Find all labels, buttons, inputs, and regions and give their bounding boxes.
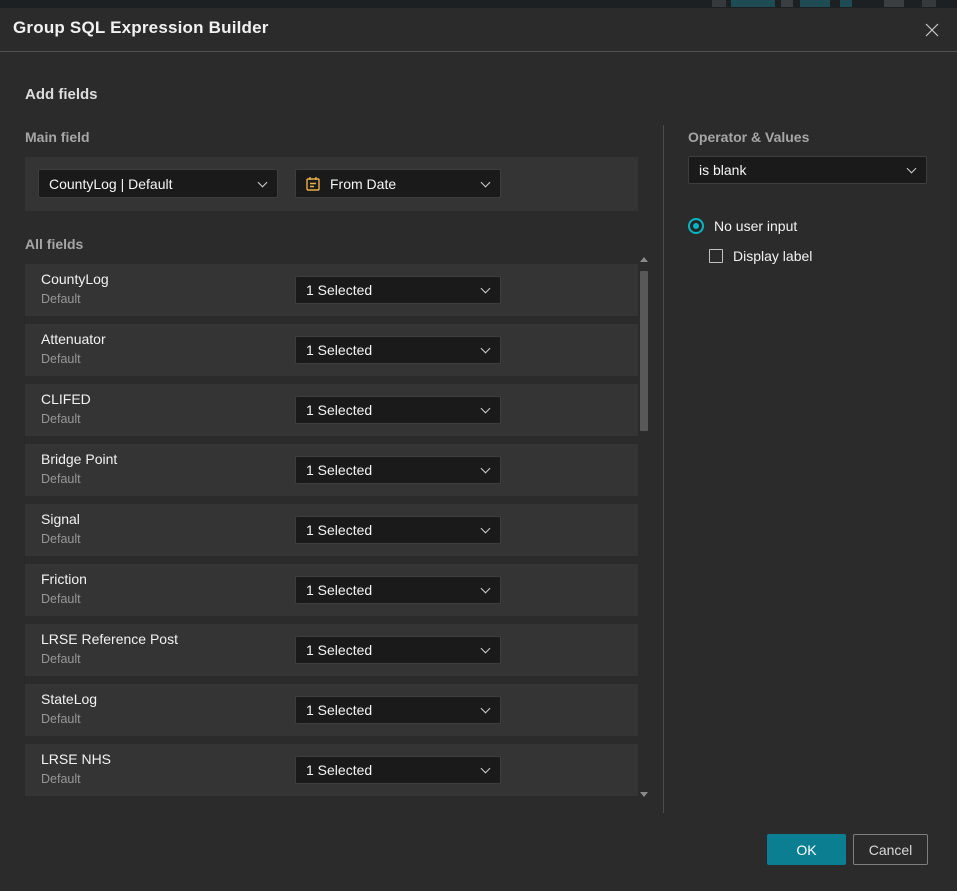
field-subtitle: Default (41, 292, 81, 306)
field-selected-value: 1 Selected (306, 642, 372, 658)
field-selected-dropdown[interactable]: 1 Selected (295, 336, 501, 364)
background-fragment (884, 0, 904, 7)
chevron-down-icon (481, 704, 491, 714)
chevron-down-icon (481, 404, 491, 414)
field-name: Signal (41, 511, 80, 527)
field-selected-value: 1 Selected (306, 522, 372, 538)
field-name: LRSE Reference Post (41, 631, 178, 647)
field-name: Attenuator (41, 331, 106, 347)
background-fragment (800, 0, 830, 7)
field-selected-value: 1 Selected (306, 582, 372, 598)
field-selected-value: 1 Selected (306, 762, 372, 778)
field-row: LRSE NHS Default 1 Selected (25, 744, 638, 796)
scrollbar-thumb[interactable] (640, 271, 648, 431)
field-name: LRSE NHS (41, 751, 111, 767)
chevron-down-icon (481, 284, 491, 294)
chevron-down-icon (481, 524, 491, 534)
display-label-checkbox[interactable]: Display label (709, 248, 812, 264)
field-selected-value: 1 Selected (306, 342, 372, 358)
field-selected-value: 1 Selected (306, 462, 372, 478)
field-subtitle: Default (41, 592, 81, 606)
ok-button[interactable]: OK (767, 834, 846, 865)
field-subtitle: Default (41, 652, 81, 666)
field-selected-dropdown[interactable]: 1 Selected (295, 456, 501, 484)
field-row: Signal Default 1 Selected (25, 504, 638, 556)
field-subtitle: Default (41, 472, 81, 486)
radio-selected-icon (688, 218, 704, 234)
no-user-input-label: No user input (714, 218, 797, 234)
operator-select[interactable]: is blank (688, 156, 927, 184)
chevron-down-icon (481, 464, 491, 474)
chevron-down-icon (907, 164, 917, 174)
group-sql-expression-builder-dialog: Group SQL Expression Builder Add fields … (0, 8, 957, 891)
display-label-text: Display label (733, 248, 812, 264)
cancel-button[interactable]: Cancel (853, 834, 928, 865)
field-row: StateLog Default 1 Selected (25, 684, 638, 736)
background-app-strip (0, 0, 957, 8)
no-user-input-radio[interactable]: No user input (688, 218, 797, 234)
field-row: Friction Default 1 Selected (25, 564, 638, 616)
background-fragment (712, 0, 726, 7)
field-row: LRSE Reference Post Default 1 Selected (25, 624, 638, 676)
field-selected-dropdown[interactable]: 1 Selected (295, 516, 501, 544)
chevron-down-icon (481, 344, 491, 354)
background-fragment (922, 0, 936, 7)
scrollbar-up-arrow-icon[interactable] (640, 257, 648, 262)
screen: Group SQL Expression Builder Add fields … (0, 0, 957, 891)
field-selected-dropdown[interactable]: 1 Selected (295, 696, 501, 724)
field-name: CountyLog (41, 271, 109, 287)
field-subtitle: Default (41, 352, 81, 366)
field-selected-value: 1 Selected (306, 282, 372, 298)
operator-select-value: is blank (699, 162, 746, 178)
field-selected-dropdown[interactable]: 1 Selected (295, 756, 501, 784)
background-fragment (781, 0, 793, 7)
field-subtitle: Default (41, 532, 81, 546)
field-row: Attenuator Default 1 Selected (25, 324, 638, 376)
field-selected-dropdown[interactable]: 1 Selected (295, 396, 501, 424)
background-fragment (840, 0, 852, 7)
background-fragment (731, 0, 775, 7)
field-name: Friction (41, 571, 87, 587)
field-row: CLIFED Default 1 Selected (25, 384, 638, 436)
chevron-down-icon (481, 764, 491, 774)
field-subtitle: Default (41, 412, 81, 426)
field-name: StateLog (41, 691, 97, 707)
panel-divider (663, 125, 664, 813)
field-name: CLIFED (41, 391, 91, 407)
field-subtitle: Default (41, 772, 81, 786)
field-selected-dropdown[interactable]: 1 Selected (295, 276, 501, 304)
chevron-down-icon (481, 584, 491, 594)
field-row: Bridge Point Default 1 Selected (25, 444, 638, 496)
all-fields-list: CountyLog Default 1 Selected Attenuator Defa… (0, 8, 957, 891)
field-selected-value: 1 Selected (306, 402, 372, 418)
chevron-down-icon (481, 644, 491, 654)
field-selected-dropdown[interactable]: 1 Selected (295, 576, 501, 604)
field-selected-value: 1 Selected (306, 702, 372, 718)
field-name: Bridge Point (41, 451, 117, 467)
field-selected-dropdown[interactable]: 1 Selected (295, 636, 501, 664)
field-row: CountyLog Default 1 Selected (25, 264, 638, 316)
operator-values-heading: Operator & Values (688, 129, 809, 145)
scrollbar-down-arrow-icon[interactable] (640, 792, 648, 797)
field-subtitle: Default (41, 712, 81, 726)
checkbox-unchecked-icon (709, 249, 723, 263)
